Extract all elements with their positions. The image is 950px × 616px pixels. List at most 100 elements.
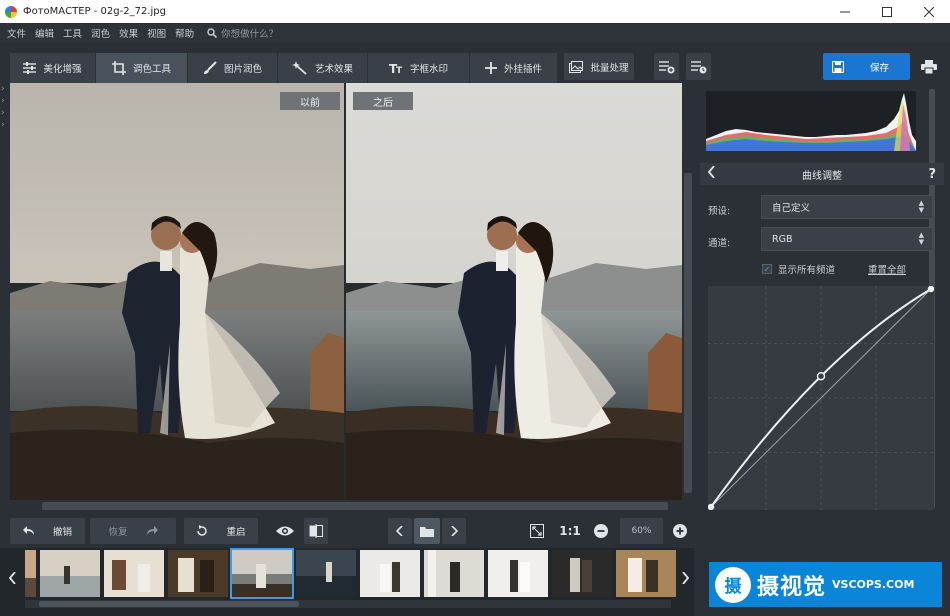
svg-text:T: T xyxy=(396,66,403,74)
minimize-button[interactable] xyxy=(824,0,866,23)
batch-process-label: 批量处理 xyxy=(590,62,629,74)
photo-after xyxy=(346,83,682,500)
filmstrip xyxy=(0,548,694,616)
preset-select[interactable]: 自己定义 ▲ ▼ xyxy=(761,195,933,219)
scrollbar-thumb[interactable] xyxy=(39,601,299,607)
thumbnail[interactable] xyxy=(168,550,228,597)
thumbnail[interactable] xyxy=(104,550,164,597)
left-panel-strip[interactable]: › › › › xyxy=(0,83,10,515)
plus-circle-icon xyxy=(673,524,687,538)
preview-eye-button[interactable] xyxy=(273,518,297,544)
eye-icon xyxy=(276,526,294,536)
thumbnail-selected[interactable] xyxy=(230,548,294,599)
tab-text-watermark[interactable]: TT 字框水印 xyxy=(368,53,470,83)
preset-value: 自己定义 xyxy=(772,203,811,214)
menu-edit[interactable]: 编辑 xyxy=(35,26,54,40)
main-toolbar: 美化增强 调色工具 图片润色 艺术效果 TT 字框水印 外挂插件 批量处理 保存 xyxy=(0,43,950,83)
menu-view[interactable]: 视图 xyxy=(147,26,166,40)
thumbnail[interactable] xyxy=(488,550,548,597)
tab-plugins-label: 外挂插件 xyxy=(503,64,542,75)
menu-retouch[interactable]: 润色 xyxy=(91,26,110,40)
tab-plugins[interactable]: 外挂插件 xyxy=(470,53,558,83)
show-all-channels-option[interactable]: ✓ 显示所有频道 xyxy=(762,262,835,276)
menu-tools[interactable]: 工具 xyxy=(63,26,82,40)
thumbnail[interactable] xyxy=(424,550,484,597)
right-panel: 曲线调整 ? 预设: 自己定义 ▲ ▼ 通道: RGB ▲ ▼ ✓ 显示所有频道 重… xyxy=(694,83,950,616)
reset-button[interactable]: 重启 xyxy=(184,518,258,544)
image-stack-icon xyxy=(569,60,584,73)
magic-wand-icon xyxy=(291,61,307,75)
zoom-out-button[interactable] xyxy=(592,518,610,544)
filmstrip-scrollbar[interactable] xyxy=(25,600,671,608)
maximize-icon xyxy=(882,6,892,17)
tab-enhance-label: 美化增强 xyxy=(43,64,82,75)
thumbnail-list xyxy=(25,548,676,599)
chevron-right-icon xyxy=(682,572,689,584)
menu-effects[interactable]: 效果 xyxy=(119,26,138,40)
tab-color-tools[interactable]: 调色工具 xyxy=(96,53,188,83)
menu-help[interactable]: 帮助 xyxy=(175,26,194,40)
brush-icon xyxy=(203,61,217,74)
close-button[interactable] xyxy=(908,0,950,23)
redo-icon xyxy=(146,526,158,535)
filmstrip-prev-button[interactable] xyxy=(4,548,22,608)
next-image-button[interactable] xyxy=(442,518,466,544)
open-folder-button[interactable] xyxy=(414,518,440,544)
add-preset-button[interactable] xyxy=(654,53,679,80)
menu-search[interactable]: 你想做什么？ xyxy=(207,26,278,40)
tab-art-effects-label: 艺术效果 xyxy=(314,64,353,75)
compare-button[interactable] xyxy=(304,518,328,544)
channel-select[interactable]: RGB ▲ ▼ xyxy=(761,227,933,251)
scrollbar-thumb[interactable] xyxy=(42,502,668,510)
tab-art-effects[interactable]: 艺术效果 xyxy=(278,53,368,83)
tool-tabs: 美化增强 调色工具 图片润色 艺术效果 TT 字框水印 外挂插件 xyxy=(10,53,558,83)
expand-icon: › xyxy=(1,108,5,118)
window-title: ФотоМАСТЕР - 02g-2_72.jpg xyxy=(23,6,166,17)
help-button[interactable]: ? xyxy=(928,167,936,182)
scrollbar-thumb[interactable] xyxy=(684,173,692,493)
thumbnail[interactable] xyxy=(296,550,356,597)
actual-size-button[interactable]: 1:1 xyxy=(556,518,584,544)
expand-icon: › xyxy=(1,120,5,130)
thumbnail[interactable] xyxy=(360,550,420,597)
thumbnail[interactable] xyxy=(25,550,36,597)
history-button[interactable] xyxy=(686,53,711,80)
back-button[interactable] xyxy=(707,165,716,182)
curve-editor[interactable] xyxy=(707,285,935,511)
expand-icon: › xyxy=(1,96,5,106)
close-icon xyxy=(924,6,934,17)
tab-enhance[interactable]: 美化增强 xyxy=(10,53,96,83)
maximize-button[interactable] xyxy=(866,0,908,23)
curve-control-point[interactable] xyxy=(707,503,715,511)
menu-file[interactable]: 文件 xyxy=(7,26,26,40)
prev-image-button[interactable] xyxy=(388,518,412,544)
print-button[interactable] xyxy=(916,53,942,80)
zoom-in-button[interactable] xyxy=(671,518,689,544)
undo-button[interactable]: 撤销 xyxy=(10,518,85,544)
thumbnail[interactable] xyxy=(616,550,676,597)
curve-control-point[interactable] xyxy=(927,285,935,293)
minus-circle-icon xyxy=(594,524,608,538)
app-logo-icon xyxy=(5,5,17,18)
text-icon: TT xyxy=(389,62,403,74)
title-bar: ФотоМАСТЕР - 02g-2_72.jpg xyxy=(0,0,950,23)
canvas-horizontal-scrollbar[interactable] xyxy=(10,500,682,512)
curve-control-point[interactable] xyxy=(816,371,826,381)
chevron-left-icon xyxy=(9,572,16,584)
thumbnail[interactable] xyxy=(40,550,100,597)
batch-process-button[interactable]: 批量处理 xyxy=(564,53,634,80)
zoom-level[interactable]: 60% xyxy=(620,518,663,544)
watermark-en: VSCOPS.COM xyxy=(832,578,915,591)
thumbnail[interactable] xyxy=(552,550,612,597)
save-button[interactable]: 保存 xyxy=(823,53,910,80)
reset-all-link[interactable]: 重置全部 xyxy=(868,262,906,276)
tab-retouch[interactable]: 图片润色 xyxy=(188,53,278,83)
fit-screen-button[interactable] xyxy=(524,518,550,544)
sliders-icon xyxy=(23,62,37,74)
canvas-vertical-scrollbar[interactable] xyxy=(682,83,694,500)
show-all-channels-checkbox[interactable]: ✓ xyxy=(762,264,772,274)
redo-button[interactable]: 恢复 xyxy=(90,518,176,544)
preview-canvas[interactable]: 以前 之后 xyxy=(10,83,682,500)
filmstrip-next-button[interactable] xyxy=(676,548,694,608)
curve-graph[interactable] xyxy=(707,285,935,511)
